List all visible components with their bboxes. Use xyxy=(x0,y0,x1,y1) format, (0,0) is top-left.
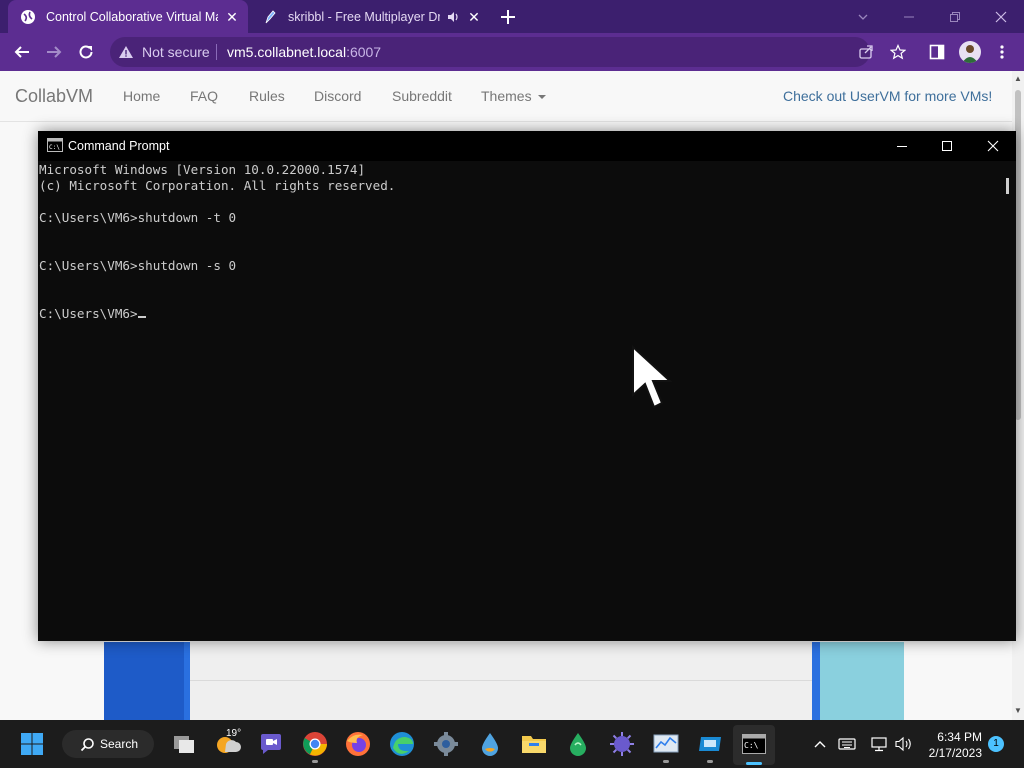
uservm-link[interactable]: Check out UserVM for more VMs! xyxy=(783,88,992,104)
svg-text:C:\: C:\ xyxy=(744,741,759,750)
divider xyxy=(190,680,812,681)
green-drop-icon[interactable] xyxy=(562,728,594,760)
nav-home[interactable]: Home xyxy=(123,88,160,104)
settings-gear-icon[interactable] xyxy=(430,728,462,760)
nav-rules[interactable]: Rules xyxy=(249,88,285,104)
tab-search-icon[interactable] xyxy=(840,0,886,33)
close-window-button[interactable] xyxy=(978,0,1024,33)
keyboard-icon[interactable] xyxy=(838,736,856,752)
active-app-indicator xyxy=(746,762,762,765)
virus-icon[interactable] xyxy=(606,728,638,760)
cmd-close-button[interactable] xyxy=(970,131,1016,161)
droplet-icon[interactable] xyxy=(474,728,506,760)
security-label: Not secure xyxy=(142,44,210,60)
url-port: :6007 xyxy=(346,44,382,60)
cmd-line: C:\Users\VM6>shutdown -t 0 xyxy=(39,210,237,225)
vm-desktop-background xyxy=(104,642,184,720)
vm-desktop-background xyxy=(812,642,820,720)
cmd-title: Command Prompt xyxy=(68,139,170,153)
volume-icon[interactable] xyxy=(894,735,914,753)
scroll-down-icon[interactable]: ▼ xyxy=(1012,705,1024,717)
tab-skribbl[interactable]: skribbl - Free Multiplayer Drawing & Gue… xyxy=(250,0,490,33)
reload-button[interactable] xyxy=(70,33,102,71)
cmd-output[interactable]: Microsoft Windows [Version 10.0.22000.15… xyxy=(39,162,395,322)
warning-icon xyxy=(118,44,134,60)
kebab-menu-icon[interactable] xyxy=(996,44,1008,60)
address-bar[interactable] xyxy=(110,37,870,67)
new-tab-button[interactable] xyxy=(498,7,518,27)
nav-themes[interactable]: Themes xyxy=(481,88,546,104)
nav-subreddit[interactable]: Subreddit xyxy=(392,88,452,104)
site-brand[interactable]: CollabVM xyxy=(15,86,93,107)
url-text[interactable]: vm5.collabnet.local:6007 xyxy=(227,44,381,60)
search-icon xyxy=(80,737,95,752)
cmd-scrollbar[interactable] xyxy=(1001,162,1016,641)
running-indicator xyxy=(707,760,713,763)
chat-icon[interactable] xyxy=(255,728,287,760)
side-panel-icon[interactable] xyxy=(929,44,945,60)
notification-badge[interactable]: 1 xyxy=(988,736,1004,752)
cmd-line: Microsoft Windows [Version 10.0.22000.15… xyxy=(39,162,366,177)
cmd-minimize-button[interactable] xyxy=(879,131,925,161)
speaker-icon[interactable] xyxy=(446,10,460,24)
weather-temp: 19° xyxy=(226,728,242,739)
vm-desktop-background xyxy=(820,642,904,720)
security-indicator[interactable]: Not secure xyxy=(118,41,210,63)
cmd-maximize-button[interactable] xyxy=(924,131,970,161)
resource-monitor-icon[interactable] xyxy=(650,728,682,760)
tab-collabvm[interactable]: Control Collaborative Virtual Machines! … xyxy=(8,0,248,33)
back-button[interactable] xyxy=(6,33,38,71)
search-label: Search xyxy=(100,737,139,751)
windows-start-icon[interactable] xyxy=(16,728,48,760)
network-icon[interactable] xyxy=(870,735,888,753)
cmd-taskbar-icon: C:\ xyxy=(738,728,770,760)
nav-themes-label: Themes xyxy=(481,88,532,104)
tab-title: skribbl - Free Multiplayer Drawing & Gue… xyxy=(288,9,440,24)
file-explorer-icon[interactable] xyxy=(518,728,550,760)
edge-icon[interactable] xyxy=(386,728,418,760)
restore-button[interactable] xyxy=(932,0,978,33)
vm-window-background xyxy=(190,642,812,720)
nav-discord[interactable]: Discord xyxy=(314,88,361,104)
nav-faq[interactable]: FAQ xyxy=(190,88,218,104)
minimize-button[interactable] xyxy=(886,0,932,33)
url-host: vm5.collabnet.local xyxy=(227,44,347,60)
tab-close-icon[interactable]: ✕ xyxy=(224,9,240,25)
svg-text:C:\: C:\ xyxy=(49,144,60,151)
clock-date[interactable]: 2/17/2023 xyxy=(918,746,982,760)
avatar[interactable] xyxy=(959,41,981,63)
star-icon[interactable] xyxy=(890,44,906,60)
remote-desktop-icon[interactable] xyxy=(694,728,726,760)
address-separator xyxy=(216,44,217,60)
text-cursor xyxy=(137,316,146,318)
globe-icon xyxy=(20,9,36,25)
cmd-app-icon: C:\ xyxy=(47,138,63,152)
tab-title: Control Collaborative Virtual Machines! xyxy=(46,9,218,24)
mouse-pointer-icon xyxy=(630,345,674,411)
tab-close-icon[interactable]: ✕ xyxy=(466,9,482,25)
chevron-up-icon[interactable] xyxy=(812,736,828,752)
clock-time[interactable]: 6:34 PM xyxy=(930,730,982,744)
chrome-icon[interactable] xyxy=(299,728,331,760)
pencil-icon xyxy=(262,9,278,25)
firefox-icon[interactable] xyxy=(342,728,374,760)
forward-button[interactable] xyxy=(38,33,70,71)
cmd-scrollbar-thumb[interactable] xyxy=(1006,178,1009,194)
cmd-line: (c) Microsoft Corporation. All rights re… xyxy=(39,178,396,193)
running-indicator xyxy=(312,760,318,763)
caret-down-icon xyxy=(537,95,546,100)
cmd-prompt: C:\Users\VM6> xyxy=(39,306,138,321)
cmd-titlebar[interactable] xyxy=(38,131,1016,161)
cmd-line: C:\Users\VM6>shutdown -s 0 xyxy=(39,258,237,273)
share-icon[interactable] xyxy=(858,44,874,60)
task-view-icon[interactable] xyxy=(168,728,200,760)
running-indicator xyxy=(663,760,669,763)
scroll-up-icon[interactable]: ▲ xyxy=(1012,73,1024,85)
